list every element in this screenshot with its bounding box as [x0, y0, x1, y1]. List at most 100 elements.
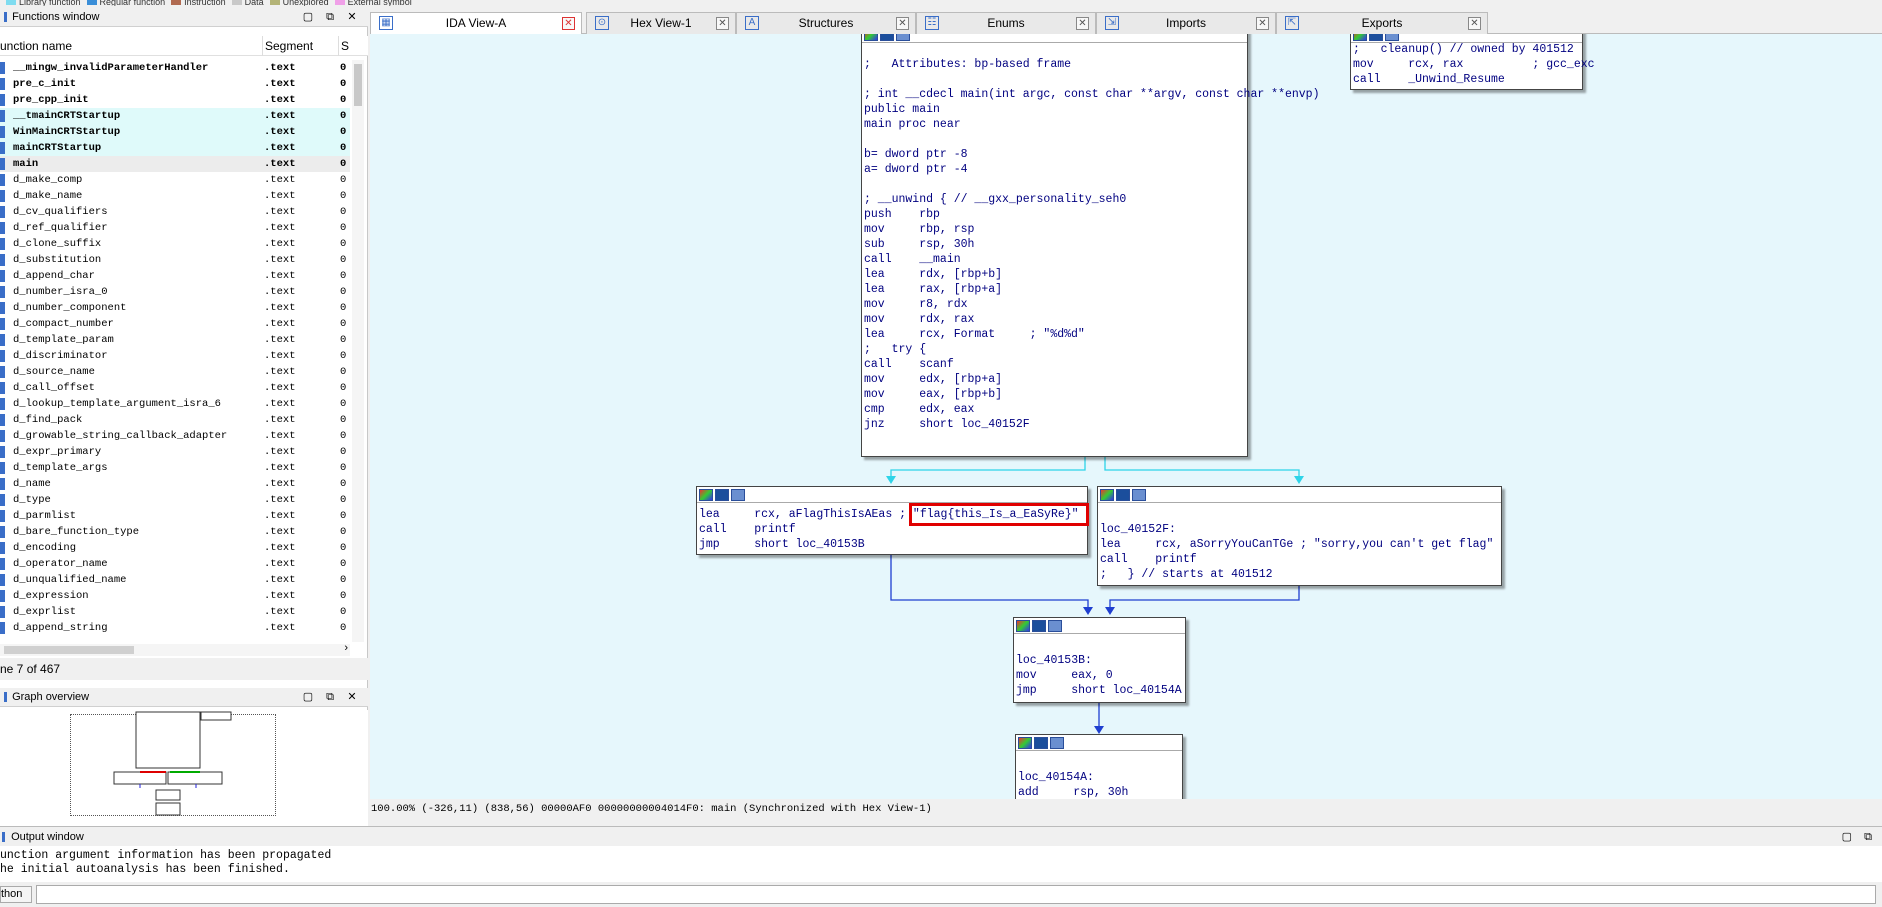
pane-restore-icon[interactable]: ⧉ [322, 8, 338, 27]
asm-line[interactable]: mov rdx, rax [864, 312, 1319, 327]
color-picker-icon[interactable] [864, 34, 878, 41]
asm-line[interactable]: public main [864, 102, 1319, 117]
node-loc-40153b[interactable]: loc_40153B: mov eax, 0 jmp short loc_40154… [1013, 617, 1186, 703]
rename-icon[interactable] [715, 489, 729, 501]
function-row[interactable]: d_growable_string_callback_adapter .text 0 [0, 428, 350, 444]
asm-line[interactable]: ; __unwind { // __gxx_personality_seh0 [864, 192, 1319, 207]
asm-line[interactable] [864, 72, 1319, 87]
function-row[interactable]: d_make_name .text 0 [0, 188, 350, 204]
asm-line[interactable]: lea rcx, aSorryYouCanTGe ; "sorry,you ca… [1100, 537, 1493, 552]
column-function-name[interactable]: unction name [0, 36, 72, 56]
function-row[interactable]: pre_c_init .text 0 [0, 76, 350, 92]
pane-restore-icon[interactable]: ⧉ [322, 688, 338, 707]
color-picker-icon[interactable] [1100, 489, 1114, 501]
group-icon[interactable] [1385, 34, 1399, 41]
function-row[interactable]: d_compact_number .text 0 [0, 316, 350, 332]
group-icon[interactable] [1132, 489, 1146, 501]
asm-line[interactable]: mov eax, [rbp+b] [864, 387, 1319, 402]
asm-line[interactable]: loc_40154A: [1018, 770, 1128, 785]
rename-icon[interactable] [1034, 737, 1048, 749]
asm-line[interactable]: mov edx, [rbp+a] [864, 372, 1319, 387]
function-row[interactable]: d_parmlist .text 0 [0, 508, 350, 524]
function-row[interactable]: mainCRTStartup .text 0 [0, 140, 350, 156]
tab-close-icon[interactable]: ✕ [896, 17, 909, 30]
asm-line[interactable]: loc_40153B: [1016, 653, 1182, 668]
python-command-input[interactable] [36, 885, 1876, 904]
function-row[interactable]: d_clone_suffix .text 0 [0, 236, 350, 252]
node-cleanup[interactable]: ; cleanup() // owned by 401512 mov rcx, r… [1350, 34, 1595, 90]
pane-float-icon[interactable]: ▢ [1842, 827, 1852, 847]
asm-line[interactable]: call printf [1100, 552, 1493, 567]
function-row[interactable]: main .text 0 [0, 156, 350, 172]
asm-line[interactable]: ; try { [864, 342, 1319, 357]
function-row[interactable]: d_cv_qualifiers .text 0 [0, 204, 350, 220]
asm-line[interactable]: call scanf [864, 357, 1319, 372]
function-row[interactable]: d_operator_name .text 0 [0, 556, 350, 572]
tab-close-icon[interactable]: ✕ [1468, 17, 1481, 30]
asm-line[interactable]: call __main [864, 252, 1319, 267]
python-language-button[interactable]: thon [0, 886, 32, 903]
asm-line[interactable]: lea rax, [rbp+a] [864, 282, 1319, 297]
asm-line[interactable] [1016, 638, 1182, 653]
tab-close-icon[interactable]: ✕ [716, 17, 729, 30]
asm-line[interactable] [1100, 507, 1493, 522]
asm-line[interactable]: a= dword ptr -4 [864, 162, 1319, 177]
pane-restore-icon[interactable]: ⧉ [1864, 827, 1872, 847]
tab-close-icon[interactable]: ✕ [1076, 17, 1089, 30]
asm-line[interactable]: sub rsp, 30h [864, 237, 1319, 252]
group-icon[interactable] [896, 34, 910, 41]
asm-line[interactable] [1018, 755, 1128, 770]
asm-line[interactable]: ; Attributes: bp-based frame [864, 57, 1319, 72]
function-row[interactable]: d_bare_function_type .text 0 [0, 524, 350, 540]
asm-line[interactable]: lea rdx, [rbp+b] [864, 267, 1319, 282]
function-row[interactable]: d_ref_qualifier .text 0 [0, 220, 350, 236]
function-row[interactable]: d_make_comp .text 0 [0, 172, 350, 188]
tab-structures[interactable]: A Structures ✕ [736, 12, 916, 34]
function-row[interactable]: d_append_char .text 0 [0, 268, 350, 284]
asm-line[interactable]: lea rcx, Format ; "%d%d" [864, 327, 1319, 342]
functions-vertical-scrollbar[interactable] [352, 60, 364, 642]
node-loc-40153b-code[interactable]: loc_40153B: mov eax, 0 jmp short loc_40154… [1016, 638, 1182, 698]
graph-overview[interactable] [0, 710, 368, 828]
asm-line[interactable]: b= dword ptr -8 [864, 147, 1319, 162]
asm-line[interactable]: main proc near [864, 117, 1319, 132]
function-row[interactable]: d_encoding .text 0 [0, 540, 350, 556]
color-picker-icon[interactable] [1016, 620, 1030, 632]
asm-line[interactable]: jnz short loc_40152F [864, 417, 1319, 432]
asm-line[interactable]: ; int __cdecl main(int argc, const char … [864, 87, 1319, 102]
group-icon[interactable] [1050, 737, 1064, 749]
tab-close-icon[interactable]: ✕ [1256, 17, 1269, 30]
asm-line[interactable] [864, 132, 1319, 147]
asm-line[interactable]: jmp short loc_40153B [699, 537, 1079, 552]
tab-hex-view-1[interactable]: ⊙ Hex View-1 ✕ [586, 12, 736, 34]
pane-close-icon[interactable]: ✕ [344, 688, 360, 707]
scrollbar-thumb[interactable] [354, 64, 362, 106]
function-row[interactable]: d_number_isra_0 .text 0 [0, 284, 350, 300]
function-row[interactable]: d_exprlist .text 0 [0, 604, 350, 620]
color-picker-icon[interactable] [699, 489, 713, 501]
pane-float-icon[interactable]: ▢ [300, 8, 316, 27]
scroll-right-icon[interactable]: › [344, 642, 348, 654]
function-row[interactable]: __tmainCRTStartup .text 0 [0, 108, 350, 124]
rename-icon[interactable] [1369, 34, 1383, 41]
function-row[interactable]: d_type .text 0 [0, 492, 350, 508]
function-row[interactable]: d_name .text 0 [0, 476, 350, 492]
graph-view[interactable]: ; Attributes: bp-based frame ; int __cdec… [370, 34, 1882, 799]
group-icon[interactable] [731, 489, 745, 501]
tab-imports[interactable]: ⇲ Imports ✕ [1096, 12, 1276, 34]
tab-enums[interactable]: ☷ Enums ✕ [916, 12, 1096, 34]
asm-line[interactable] [864, 177, 1319, 192]
asm-line[interactable]: mov eax, 0 [1016, 668, 1182, 683]
function-row[interactable]: WinMainCRTStartup .text 0 [0, 124, 350, 140]
asm-line[interactable]: loc_40152F: [1100, 522, 1493, 537]
column-start[interactable]: S [338, 36, 349, 56]
asm-line[interactable]: add rsp, 30h [1018, 785, 1128, 799]
node-loc-40154a-code[interactable]: loc_40154A: add rsp, 30h [1018, 755, 1128, 799]
output-log[interactable]: unction argument information has been pr… [0, 846, 1882, 882]
asm-line[interactable]: push rbp [864, 207, 1319, 222]
function-row[interactable]: d_unqualified_name .text 0 [0, 572, 350, 588]
tab-exports[interactable]: ⇱ Exports ✕ [1276, 12, 1488, 34]
function-row[interactable]: d_find_pack .text 0 [0, 412, 350, 428]
column-segment[interactable]: Segment [262, 36, 313, 56]
function-row[interactable]: d_call_offset .text 0 [0, 380, 350, 396]
